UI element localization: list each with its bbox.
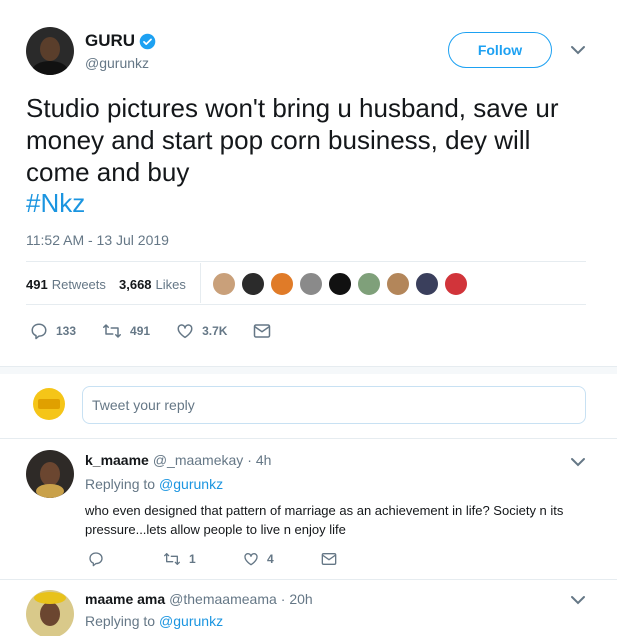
like-count: 3.7K [202, 324, 228, 338]
reply-author-handle[interactable]: @_maamekay [153, 452, 243, 468]
like-button[interactable]: 3.7K [176, 322, 227, 340]
replying-to-link[interactable]: @gurunkz [159, 476, 223, 492]
reply-retweet-button[interactable]: 1 [163, 551, 243, 567]
reply-author-name[interactable]: k_maame [85, 452, 149, 468]
replying-prefix: Replying to [85, 476, 156, 492]
chevron-down-icon[interactable] [570, 594, 586, 606]
like-icon [176, 322, 194, 340]
divider [26, 261, 586, 262]
retweet-count: 491 [130, 324, 151, 338]
reply-header: maame ama @themaameama · 20h [85, 591, 313, 607]
section-separator [0, 366, 617, 374]
author-handle[interactable]: @gurunkz [85, 55, 149, 71]
reply-time[interactable]: · 4h [247, 452, 271, 468]
likes-label: Likes [155, 277, 186, 292]
reply-input[interactable]: Tweet your reply [82, 386, 586, 424]
retweet-icon [102, 322, 122, 340]
tweet-text: Studio pictures won't bring u husband, s… [26, 93, 559, 187]
divider [26, 304, 586, 305]
liker-avatars [212, 272, 473, 296]
reply-author-name[interactable]: maame ama [85, 591, 165, 607]
direct-message-button[interactable] [253, 322, 271, 340]
tweet-timestamp[interactable]: 11:52 AM - 13 Jul 2019 [26, 232, 169, 248]
liker-avatar[interactable] [241, 272, 265, 296]
tweet-hashtag[interactable]: #Nkz [26, 187, 85, 219]
likes-count: 3,668 [119, 277, 152, 292]
reply-like-button[interactable]: 4 [243, 551, 321, 567]
reply-like-count: 4 [267, 552, 274, 566]
reply-time[interactable]: · 20h [281, 591, 313, 607]
reply-count: 133 [56, 324, 77, 338]
retweets-count: 491 [26, 277, 48, 292]
reply-header: k_maame @_maamekay · 4h [85, 452, 271, 468]
reply-author-handle[interactable]: @themaameama [169, 591, 277, 607]
reply-author-avatar[interactable] [26, 590, 74, 636]
follow-button[interactable]: Follow [448, 32, 552, 68]
author-name[interactable]: GURU [85, 31, 135, 51]
reply-author-avatar[interactable] [26, 450, 74, 498]
liker-avatar[interactable] [212, 272, 236, 296]
reply-placeholder: Tweet your reply [92, 397, 195, 413]
retweet-icon [163, 551, 181, 567]
liker-avatar[interactable] [299, 272, 323, 296]
replying-to-link[interactable]: @gurunkz [159, 613, 223, 629]
replying-to: Replying to @gurunkz [85, 613, 223, 629]
reply-button[interactable]: 133 [30, 322, 76, 340]
liker-avatar[interactable] [357, 272, 381, 296]
replying-prefix: Replying to [85, 613, 156, 629]
like-icon [243, 551, 259, 567]
liker-avatar[interactable] [386, 272, 410, 296]
reply-message-button[interactable] [321, 551, 337, 567]
liker-avatar[interactable] [270, 272, 294, 296]
verified-badge-icon [139, 33, 156, 50]
stats-divider [200, 263, 201, 303]
liker-avatar[interactable] [415, 272, 439, 296]
divider [0, 579, 617, 580]
reply-icon [88, 551, 104, 567]
reply-text: who even designed that pattern of marria… [85, 503, 564, 537]
reply-retweet-count: 1 [189, 552, 196, 566]
chevron-down-icon[interactable] [570, 44, 586, 56]
reply-icon [30, 322, 48, 340]
current-user-avatar[interactable] [33, 388, 65, 420]
liker-avatar[interactable] [328, 272, 352, 296]
chevron-down-icon[interactable] [570, 456, 586, 468]
retweets-stat[interactable]: 491 Retweets [26, 277, 106, 292]
message-icon [253, 323, 271, 339]
author-avatar[interactable] [26, 27, 74, 75]
reply-reply-button[interactable] [88, 551, 163, 567]
retweets-label: Retweets [51, 277, 106, 292]
divider [0, 438, 617, 439]
retweet-button[interactable]: 491 [102, 322, 150, 340]
likes-stat[interactable]: 3,668 Likes [119, 277, 186, 292]
message-icon [321, 552, 337, 566]
replying-to: Replying to @gurunkz [85, 476, 223, 492]
liker-avatar[interactable] [444, 272, 468, 296]
